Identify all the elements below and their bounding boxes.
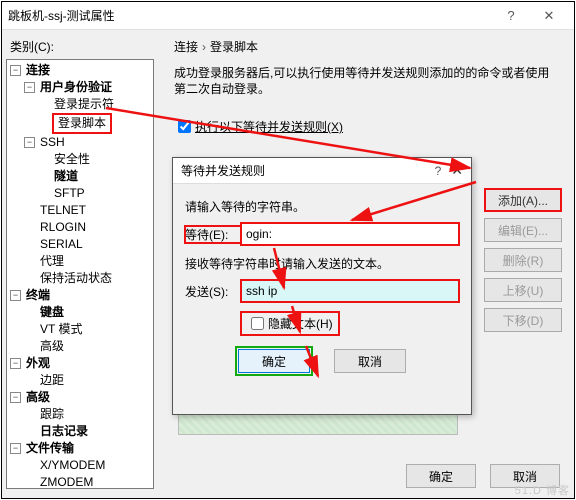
send-label: 发送(S): — [185, 283, 241, 300]
dialog-p2: 接收等待字符串时请输入发送的文本。 — [185, 255, 459, 272]
send-input[interactable]: ssh ip — [241, 280, 459, 302]
description-text: 成功登录服务器后,可以执行使用等待并发送规则添加的的命令或者使用第二次自动登录。 — [174, 65, 558, 97]
dialog-help-icon[interactable]: ? — [435, 164, 442, 178]
breadcrumb: 连接›登录脚本 — [174, 38, 566, 55]
tree-node-rlogin[interactable]: RLOGIN — [38, 219, 88, 236]
window-title: 跳板机-ssj-测试属性 — [8, 7, 115, 24]
collapse-icon[interactable]: − — [24, 137, 35, 148]
hide-text-wrap[interactable]: 隐藏文本(H) — [241, 312, 339, 335]
tree-node-security[interactable]: 安全性 — [52, 151, 92, 168]
collapse-icon[interactable]: − — [10, 65, 21, 76]
hide-text-label: 隐藏文本(H) — [268, 315, 333, 332]
dialog-title: 等待并发送规则 — [181, 162, 265, 179]
wait-label: 等待(E): — [185, 226, 241, 243]
tree-node-connection[interactable]: 连接 — [24, 62, 52, 79]
dialog-close-icon[interactable]: ✕ — [451, 162, 463, 179]
wait-send-dialog: 等待并发送规则 ? ✕ 请输入等待的字符串。 等待(E): ogin: 接收等待… — [172, 157, 472, 415]
collapse-icon[interactable]: − — [10, 290, 21, 301]
tree-node-appearance[interactable]: 外观 — [24, 355, 52, 372]
exec-rules-label: 执行以下等待并发送规则(X) — [195, 118, 343, 135]
tree-node-telnet[interactable]: TELNET — [38, 202, 88, 219]
add-button[interactable]: 添加(A)... — [484, 188, 562, 212]
edit-button[interactable]: 编辑(E)... — [484, 218, 562, 242]
tree-node-serial[interactable]: SERIAL — [38, 236, 85, 253]
collapse-icon[interactable]: − — [10, 392, 21, 403]
collapse-icon[interactable]: − — [24, 82, 35, 93]
tree-node-auth[interactable]: 用户身份验证 — [38, 79, 114, 96]
dialog-cancel-button[interactable]: 取消 — [334, 349, 406, 373]
tree-node-login-script[interactable]: 登录脚本 — [52, 113, 112, 134]
help-icon[interactable]: ? — [492, 3, 530, 29]
tree-node-zmodem[interactable]: ZMODEM — [38, 474, 95, 489]
move-up-button[interactable]: 上移(U) — [484, 278, 562, 302]
tree-node-margin[interactable]: 边距 — [38, 372, 66, 389]
tree-node-advanced[interactable]: 高级 — [38, 338, 66, 355]
move-down-button[interactable]: 下移(D) — [484, 308, 562, 332]
ok-button[interactable]: 确定 — [406, 464, 476, 488]
close-icon[interactable]: ✕ — [530, 3, 568, 29]
dialog-ok-button[interactable]: 确定 — [238, 349, 310, 373]
exec-rules-checkbox[interactable] — [178, 120, 191, 133]
collapse-icon[interactable]: − — [10, 443, 21, 454]
dialog-p1: 请输入等待的字符串。 — [185, 198, 459, 215]
tree-node-tunnel[interactable]: 隧道 — [52, 168, 80, 185]
collapse-icon[interactable]: − — [10, 358, 21, 369]
tree-node-terminal[interactable]: 终端 — [24, 287, 52, 304]
tree-node-xymodem[interactable]: X/YMODEM — [38, 457, 107, 474]
tree-node-keepalive[interactable]: 保持活动状态 — [38, 270, 114, 287]
tree-node-ssh[interactable]: SSH — [38, 134, 67, 151]
tree-node-advanced2[interactable]: 高级 — [24, 389, 52, 406]
delete-button[interactable]: 删除(R) — [484, 248, 562, 272]
tree-node-login-prompt[interactable]: 登录提示符 — [52, 96, 116, 113]
tree-node-filetransfer[interactable]: 文件传输 — [24, 440, 76, 457]
tree-node-sftp[interactable]: SFTP — [52, 185, 87, 202]
category-label: 类别(C): — [10, 38, 154, 55]
tree-node-log[interactable]: 日志记录 — [38, 423, 90, 440]
category-tree[interactable]: −连接 −用户身份验证 登录提示符 登录脚本 −SSH 安全性 隧道 SFTP … — [6, 59, 154, 489]
tree-node-proxy[interactable]: 代理 — [38, 253, 66, 270]
watermark: 51.D 博客 — [515, 482, 570, 498]
wait-input[interactable]: ogin: — [241, 223, 459, 245]
hide-text-checkbox[interactable] — [251, 317, 264, 330]
tree-node-keyboard[interactable]: 键盘 — [38, 304, 66, 321]
tree-node-trace[interactable]: 跟踪 — [38, 406, 66, 423]
tree-node-vtmode[interactable]: VT 模式 — [38, 321, 84, 338]
